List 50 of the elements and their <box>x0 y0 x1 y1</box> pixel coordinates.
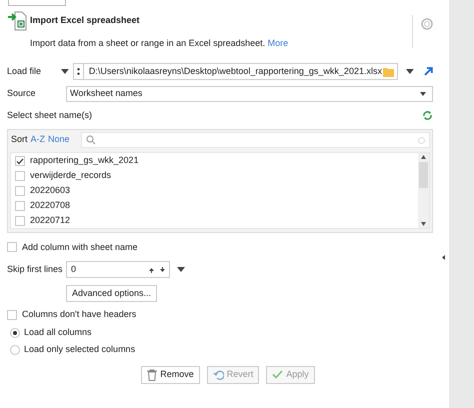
undo-icon <box>212 370 224 380</box>
radio-button[interactable] <box>10 345 20 355</box>
spin-arrows-icon[interactable] <box>149 266 165 272</box>
remove-button[interactable]: Remove <box>141 366 200 384</box>
sheet-name: rapportering_gs_wkk_2021 <box>30 154 139 168</box>
trash-icon <box>147 368 158 380</box>
check-icon <box>272 370 284 379</box>
radio-label: Load only selected columns <box>24 343 136 356</box>
scrollbar[interactable] <box>418 152 429 228</box>
advanced-options-button[interactable]: Advanced options... <box>66 285 158 302</box>
file-path-field[interactable]: D:\Users\nikolaasreyns\Desktop\webtool_rapportering_gs_wkk_2021.xlsx <box>72 63 398 80</box>
sheet-name: 20220708 <box>30 199 70 212</box>
source-dropdown[interactable]: Worksheet names <box>66 86 433 102</box>
sheet-name: verwijderde_records <box>30 169 112 182</box>
caret-icon[interactable] <box>420 92 426 96</box>
sort-link[interactable]: None <box>48 133 70 147</box>
checkbox[interactable] <box>15 201 25 211</box>
panel-title: Import Excel spreadsheet <box>30 14 140 28</box>
search-icon <box>86 135 96 145</box>
checkbox[interactable] <box>15 186 25 196</box>
search-field[interactable] <box>80 132 430 148</box>
checkbox[interactable] <box>7 310 17 320</box>
excel-import-icon <box>7 11 27 31</box>
field-label: Load file <box>7 64 42 78</box>
caret-icon[interactable] <box>61 69 69 74</box>
field-label: Skip first lines <box>7 262 62 276</box>
radio-label: Load all columns <box>24 326 92 340</box>
refresh-icon[interactable] <box>422 110 433 122</box>
checkbox[interactable] <box>15 171 25 181</box>
scroll-down-icon[interactable] <box>421 222 426 226</box>
radio-button[interactable] <box>10 328 20 338</box>
scroll-up-icon[interactable] <box>421 154 426 158</box>
more-link[interactable]: More <box>268 38 288 48</box>
panel-description: Import data from a sheet or range in an Excel spreadsheet. More <box>30 37 290 50</box>
sort-link[interactable]: A-Z <box>30 133 46 147</box>
section-label: Select sheet name(s) <box>7 109 92 122</box>
caret-icon[interactable] <box>177 267 185 272</box>
sort-label: Sort <box>11 133 28 146</box>
checkbox-label: Add column with sheet name <box>22 240 138 254</box>
checkbox[interactable] <box>15 216 25 226</box>
checkbox[interactable] <box>7 242 17 252</box>
collapse-arrow-icon[interactable] <box>442 255 445 260</box>
skip-lines-field[interactable]: 0 <box>66 261 170 278</box>
checkbox[interactable] <box>15 156 25 166</box>
arrow-icon[interactable] <box>424 67 433 76</box>
field-label: Source <box>7 87 37 100</box>
sheet-name: 20220603 <box>30 184 70 198</box>
checkbox-label: Columns don't have headers <box>22 308 136 321</box>
caret-icon[interactable] <box>406 69 414 74</box>
sheet-name: 20220712 <box>30 214 70 228</box>
